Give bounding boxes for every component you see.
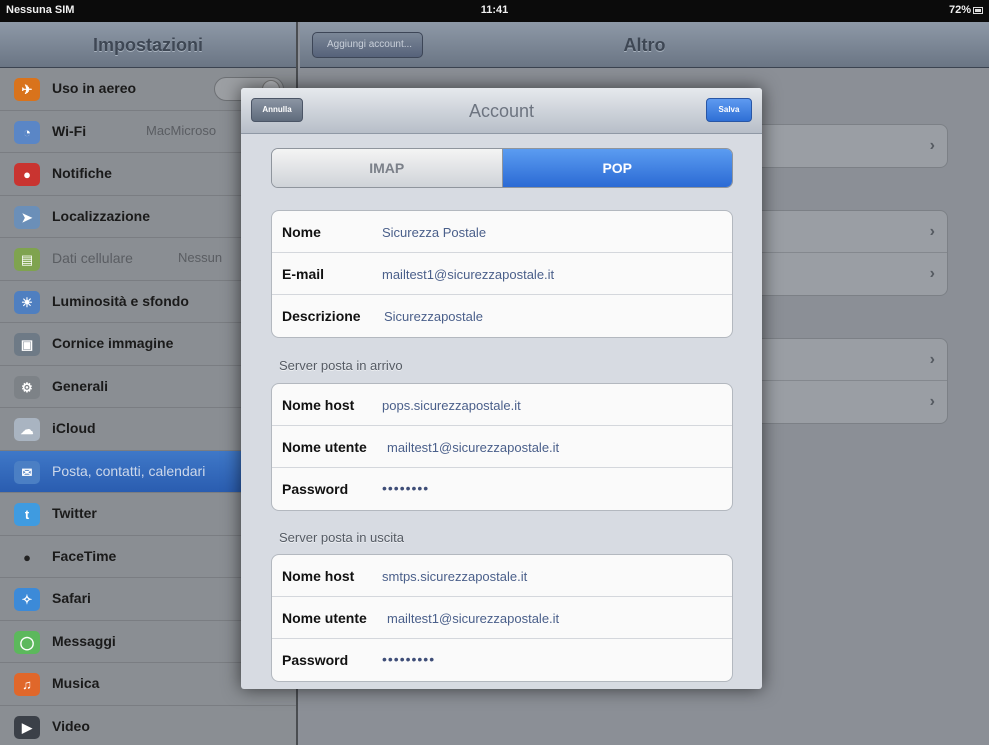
sidebar-item-label: Uso in aereo xyxy=(52,80,137,96)
sidebar-item-label: Notifiche xyxy=(52,165,112,181)
chevron-right-icon: › xyxy=(929,223,935,240)
notifications-icon: ● xyxy=(14,163,40,186)
username-label: Nome utente xyxy=(282,439,367,455)
detail-nav-bar: Aggiungi account... Altro xyxy=(300,22,989,68)
sidebar-item-label: Twitter xyxy=(52,505,97,521)
incoming-server-header: Server posta in arrivo xyxy=(279,358,403,373)
segment-pop[interactable]: POP xyxy=(502,149,732,187)
password-value[interactable]: ••••••••• xyxy=(382,651,435,667)
detail-title: Altro xyxy=(623,35,666,55)
battery-percent: 72% xyxy=(948,4,971,16)
chevron-right-icon: › xyxy=(929,393,935,410)
sidebar-item-video[interactable]: ▶ Video xyxy=(0,706,296,745)
cellular-icon: ▤ xyxy=(14,248,40,271)
sidebar-item-label: Dati cellulare xyxy=(52,250,133,266)
video-icon: ▶ xyxy=(14,715,40,739)
sidebar-item-label: Safari xyxy=(52,590,91,606)
sidebar-item-value: MacMicroso xyxy=(146,122,217,138)
description-value[interactable]: Sicurezzapostale xyxy=(384,309,483,324)
location-icon: ➤ xyxy=(14,205,40,229)
twitter-icon: t xyxy=(14,503,40,526)
host-label: Nome host xyxy=(282,568,355,584)
sidebar-item-value: Nessun xyxy=(178,250,223,265)
host-value[interactable]: pops.sicurezzapostale.it xyxy=(382,398,521,413)
sidebar-item-label: Cornice immagine xyxy=(52,335,174,351)
facetime-icon: ● xyxy=(23,549,31,565)
mail-icon: ✉ xyxy=(14,460,40,484)
incoming-server-group: Nome host pops.sicurezzapostale.it Nome … xyxy=(271,383,733,511)
airplane-icon: ✈ xyxy=(14,78,40,101)
battery-indicator: 72% xyxy=(949,4,983,16)
sidebar-item-label: Messaggi xyxy=(52,632,116,649)
messages-icon: ◯ xyxy=(14,630,40,654)
sidebar-item-label: Luminosità e sfondo xyxy=(52,292,189,309)
account-type-segmented-control: IMAP POP xyxy=(271,148,733,188)
chevron-right-icon: › xyxy=(929,265,935,282)
sidebar-item-label: Posta, contatti, calendari xyxy=(52,462,206,479)
safari-icon: ✧ xyxy=(14,588,40,611)
battery-icon xyxy=(973,6,983,14)
account-sheet: Annulla Account Salva IMAP POP Nome Sicu… xyxy=(241,88,762,689)
brightness-icon: ☀ xyxy=(14,290,40,314)
outgoing-host-field[interactable]: Nome host smtps.sicurezzapostale.it xyxy=(272,555,732,597)
outgoing-password-field[interactable]: Password ••••••••• xyxy=(272,639,732,681)
password-label: Password xyxy=(282,481,349,497)
username-value[interactable]: mailtest1@sicurezzapostale.it xyxy=(387,611,559,626)
status-time: 11:41 xyxy=(480,4,509,16)
gear-icon: ⚙ xyxy=(14,375,40,399)
chevron-right-icon: › xyxy=(929,351,935,368)
incoming-password-field[interactable]: Password •••••••• xyxy=(272,468,732,510)
cloud-icon: ☁ xyxy=(14,418,40,441)
sheet-nav-bar: Annulla Account Salva xyxy=(241,88,762,134)
description-label: Descrizione xyxy=(282,308,361,324)
outgoing-server-group: Nome host smtps.sicurezzapostale.it Nome… xyxy=(271,554,733,682)
sidebar-item-label: iCloud xyxy=(52,420,96,436)
email-label: E-mail xyxy=(282,266,325,282)
outgoing-username-field[interactable]: Nome utente mailtest1@sicurezzapostale.i… xyxy=(272,597,732,639)
sidebar-item-label: FaceTime xyxy=(52,547,117,564)
sheet-title: Account xyxy=(468,101,535,121)
incoming-username-field[interactable]: Nome utente mailtest1@sicurezzapostale.i… xyxy=(272,426,732,468)
outgoing-server-header: Server posta in uscita xyxy=(279,530,405,545)
incoming-host-field[interactable]: Nome host pops.sicurezzapostale.it xyxy=(272,384,732,426)
segment-imap[interactable]: IMAP xyxy=(272,149,503,187)
music-icon: ♫ xyxy=(14,673,40,696)
sidebar-item-label: Localizzazione xyxy=(52,207,151,224)
email-field[interactable]: E-mail mailtest1@sicurezzapostale.it xyxy=(272,253,732,295)
password-value[interactable]: •••••••• xyxy=(382,480,429,496)
save-button[interactable]: Salva xyxy=(706,98,752,122)
sidebar-item-label: Musica xyxy=(52,675,100,691)
description-field[interactable]: Descrizione Sicurezzapostale xyxy=(272,295,732,337)
name-label: Nome xyxy=(282,224,321,240)
password-label: Password xyxy=(282,652,349,668)
wifi-icon: ◔ xyxy=(14,120,40,144)
host-value[interactable]: smtps.sicurezzapostale.it xyxy=(382,569,527,584)
picture-frame-icon: ▣ xyxy=(14,333,40,356)
username-value[interactable]: mailtest1@sicurezzapostale.it xyxy=(387,440,559,455)
sidebar-item-label: Video xyxy=(52,717,90,734)
name-value[interactable]: Sicurezza Postale xyxy=(382,225,486,240)
username-label: Nome utente xyxy=(282,610,367,626)
account-info-group: Nome Sicurezza Postale E-mail mailtest1@… xyxy=(271,210,733,338)
name-field[interactable]: Nome Sicurezza Postale xyxy=(272,211,732,253)
status-bar: Nessuna SIM 11:41 72% xyxy=(0,0,989,22)
email-value[interactable]: mailtest1@sicurezzapostale.it xyxy=(382,267,554,282)
host-label: Nome host xyxy=(282,397,355,413)
sidebar-item-label: Wi-Fi xyxy=(52,122,87,139)
sidebar-item-label: Generali xyxy=(52,377,109,394)
chevron-right-icon: › xyxy=(929,137,935,154)
sidebar-title: Impostazioni xyxy=(0,22,296,68)
